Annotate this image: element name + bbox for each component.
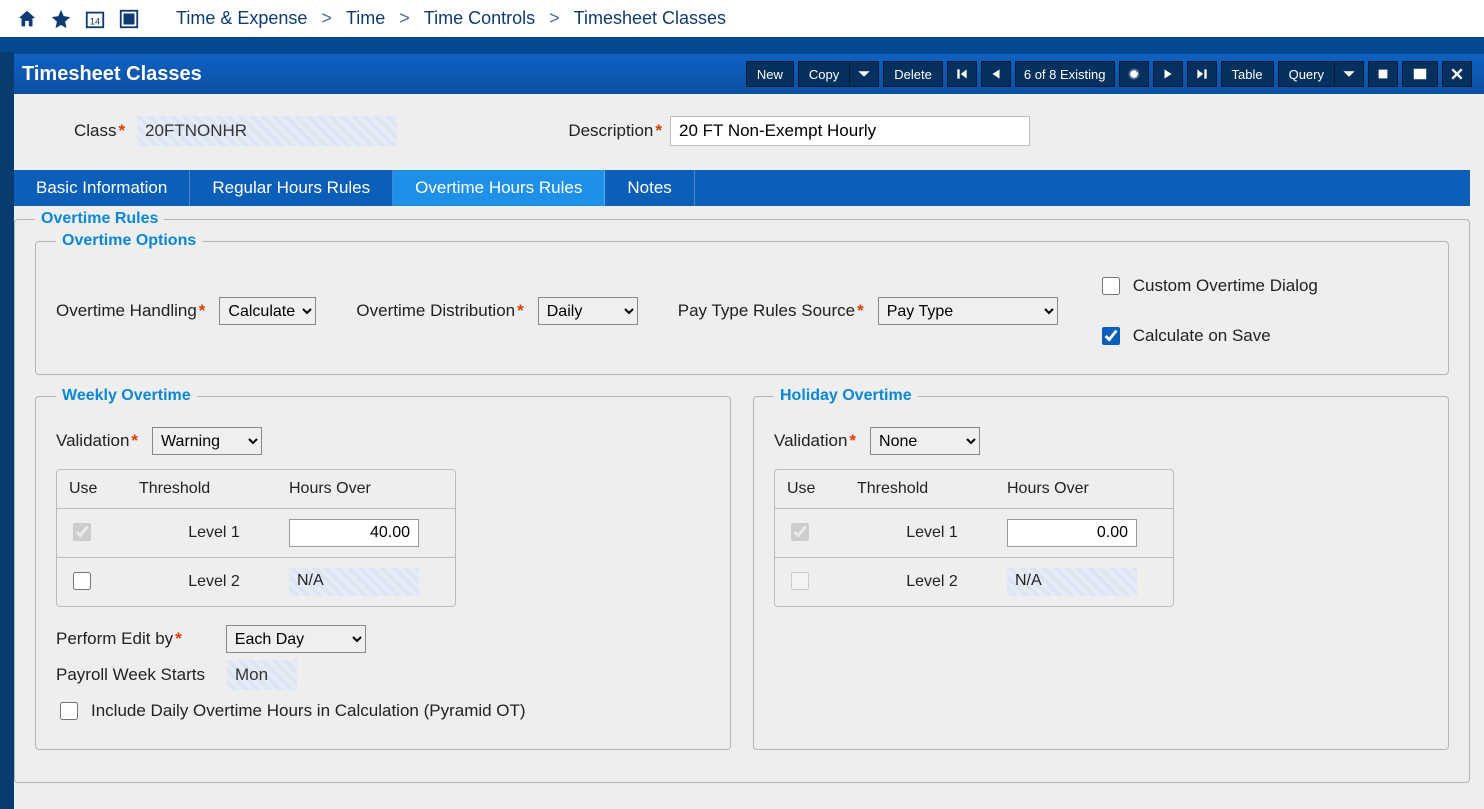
week-starts-field (227, 660, 297, 690)
holiday-validation-label: Validation* (774, 431, 856, 451)
weekly-level2-hours: N/A (289, 568, 419, 596)
breadcrumb-sep: > (321, 8, 332, 29)
grid-icon[interactable] (112, 5, 146, 33)
col-hours: Hours Over (289, 480, 443, 498)
overtime-rules-fieldset: Overtime Rules Overtime Options Overtime… (14, 210, 1470, 783)
perform-edit-label: Perform Edit by* (56, 629, 182, 649)
close-icon[interactable] (1442, 61, 1472, 87)
custom-dialog-row[interactable]: Custom Overtime Dialog (1098, 268, 1322, 304)
first-record-icon[interactable] (947, 61, 977, 87)
calc-on-save-checkbox[interactable] (1102, 327, 1120, 345)
holiday-level1-label: Level 1 (857, 524, 1007, 542)
holiday-overtime-fieldset: Holiday Overtime Validation* None Use Th… (753, 387, 1449, 750)
col-threshold: Threshold (139, 480, 289, 498)
col-use: Use (69, 480, 139, 498)
copy-button[interactable]: Copy (798, 61, 849, 87)
weekly-level-table: Use Threshold Hours Over Level 1 Level 2 (56, 469, 456, 607)
week-starts-label: Payroll Week Starts (56, 665, 205, 685)
col-hours: Hours Over (1007, 480, 1161, 498)
paytype-source-select[interactable]: Pay Type (878, 297, 1058, 325)
svg-text:14: 14 (90, 16, 100, 26)
query-dropdown-icon[interactable] (1334, 61, 1364, 87)
home-icon[interactable] (10, 5, 44, 33)
holiday-level2-hours: N/A (1007, 568, 1137, 596)
holiday-overtime-legend: Holiday Overtime (774, 387, 918, 405)
tab-basic-info[interactable]: Basic Information (14, 170, 190, 206)
custom-dialog-checkbox[interactable] (1102, 277, 1120, 295)
left-sidebar-sliver (0, 52, 14, 809)
pyramid-ot-label: Include Daily Overtime Hours in Calculat… (91, 701, 526, 721)
paytype-source-label: Pay Type Rules Source* (678, 301, 864, 321)
record-toolbar: New Copy Delete 6 of 8 Existing Table Qu… (746, 61, 1472, 87)
weekly-level1-label: Level 1 (139, 524, 289, 542)
col-use: Use (787, 480, 857, 498)
tab-strip: Basic Information Regular Hours Rules Ov… (14, 170, 1470, 206)
tab-overtime-hours[interactable]: Overtime Hours Rules (393, 170, 605, 206)
overtime-options-fieldset: Overtime Options Overtime Handling* Calc… (35, 232, 1449, 375)
pyramid-ot-checkbox[interactable] (60, 702, 78, 720)
window-max-icon[interactable] (1402, 61, 1438, 87)
overtime-distribution-select[interactable]: Daily (538, 297, 638, 325)
breadcrumb-sep: > (549, 8, 560, 29)
header-form: Class* Description* (0, 94, 1484, 170)
class-field[interactable] (137, 116, 397, 146)
new-button[interactable]: New (746, 61, 794, 87)
weekly-level1-use (73, 523, 91, 541)
weekly-overtime-fieldset: Weekly Overtime Validation* Warning Use … (35, 387, 731, 750)
record-status: 6 of 8 Existing (1015, 61, 1115, 87)
table-button[interactable]: Table (1221, 61, 1274, 87)
holiday-level2-use (791, 572, 809, 590)
page-title: Timesheet Classes (22, 63, 202, 86)
delete-button[interactable]: Delete (883, 61, 943, 87)
holiday-level1-hours[interactable] (1007, 519, 1137, 547)
overtime-handling-select[interactable]: Calculate (219, 297, 316, 325)
holiday-level-table: Use Threshold Hours Over Level 1 Level 2 (774, 469, 1174, 607)
tab-regular-hours[interactable]: Regular Hours Rules (190, 170, 393, 206)
last-record-icon[interactable] (1187, 61, 1217, 87)
overtime-panel: Overtime Rules Overtime Options Overtime… (0, 206, 1484, 809)
weekly-validation-select[interactable]: Warning (152, 427, 262, 455)
description-field[interactable] (670, 116, 1030, 146)
weekly-validation-label: Validation* (56, 431, 138, 451)
holiday-level1-use (791, 523, 809, 541)
class-label: Class* (74, 121, 125, 140)
top-bar: 14 Time & Expense > Time > Time Controls… (0, 0, 1484, 40)
page-title-bar: Timesheet Classes New Copy Delete 6 of 8… (0, 54, 1484, 94)
breadcrumb-sep: > (399, 8, 410, 29)
weekly-overtime-legend: Weekly Overtime (56, 387, 197, 405)
refresh-icon[interactable] (1119, 61, 1149, 87)
query-button[interactable]: Query (1278, 61, 1334, 87)
custom-dialog-label: Custom Overtime Dialog (1133, 276, 1318, 296)
tab-notes[interactable]: Notes (605, 170, 694, 206)
prev-record-icon[interactable] (981, 61, 1011, 87)
breadcrumb-item[interactable]: Timesheet Classes (574, 8, 726, 29)
breadcrumb-item[interactable]: Time (346, 8, 385, 29)
next-record-icon[interactable] (1153, 61, 1183, 87)
overtime-rules-legend: Overtime Rules (35, 210, 164, 228)
breadcrumb-item[interactable]: Time Controls (424, 8, 535, 29)
ribbon-divider (0, 40, 1484, 54)
description-label: Description* (568, 121, 662, 141)
weekly-level1-hours[interactable] (289, 519, 419, 547)
holiday-level2-label: Level 2 (857, 573, 1007, 591)
perform-edit-select[interactable]: Each Day (226, 625, 366, 653)
overtime-options-legend: Overtime Options (56, 232, 202, 250)
window-small-icon[interactable] (1368, 61, 1398, 87)
calc-on-save-label: Calculate on Save (1133, 326, 1271, 346)
breadcrumb-item[interactable]: Time & Expense (176, 8, 307, 29)
weekly-level2-label: Level 2 (139, 573, 289, 591)
weekly-level2-use[interactable] (73, 572, 91, 590)
calendar-icon[interactable]: 14 (78, 5, 112, 33)
star-icon[interactable] (44, 5, 78, 33)
overtime-distribution-label: Overtime Distribution* (356, 301, 523, 321)
col-threshold: Threshold (857, 480, 1007, 498)
holiday-validation-select[interactable]: None (870, 427, 980, 455)
breadcrumb: Time & Expense > Time > Time Controls > … (176, 8, 726, 29)
calc-on-save-row[interactable]: Calculate on Save (1098, 318, 1322, 354)
copy-dropdown-icon[interactable] (849, 61, 879, 87)
pyramid-ot-row[interactable]: Include Daily Overtime Hours in Calculat… (56, 693, 710, 729)
overtime-handling-label: Overtime Handling* (56, 301, 205, 321)
